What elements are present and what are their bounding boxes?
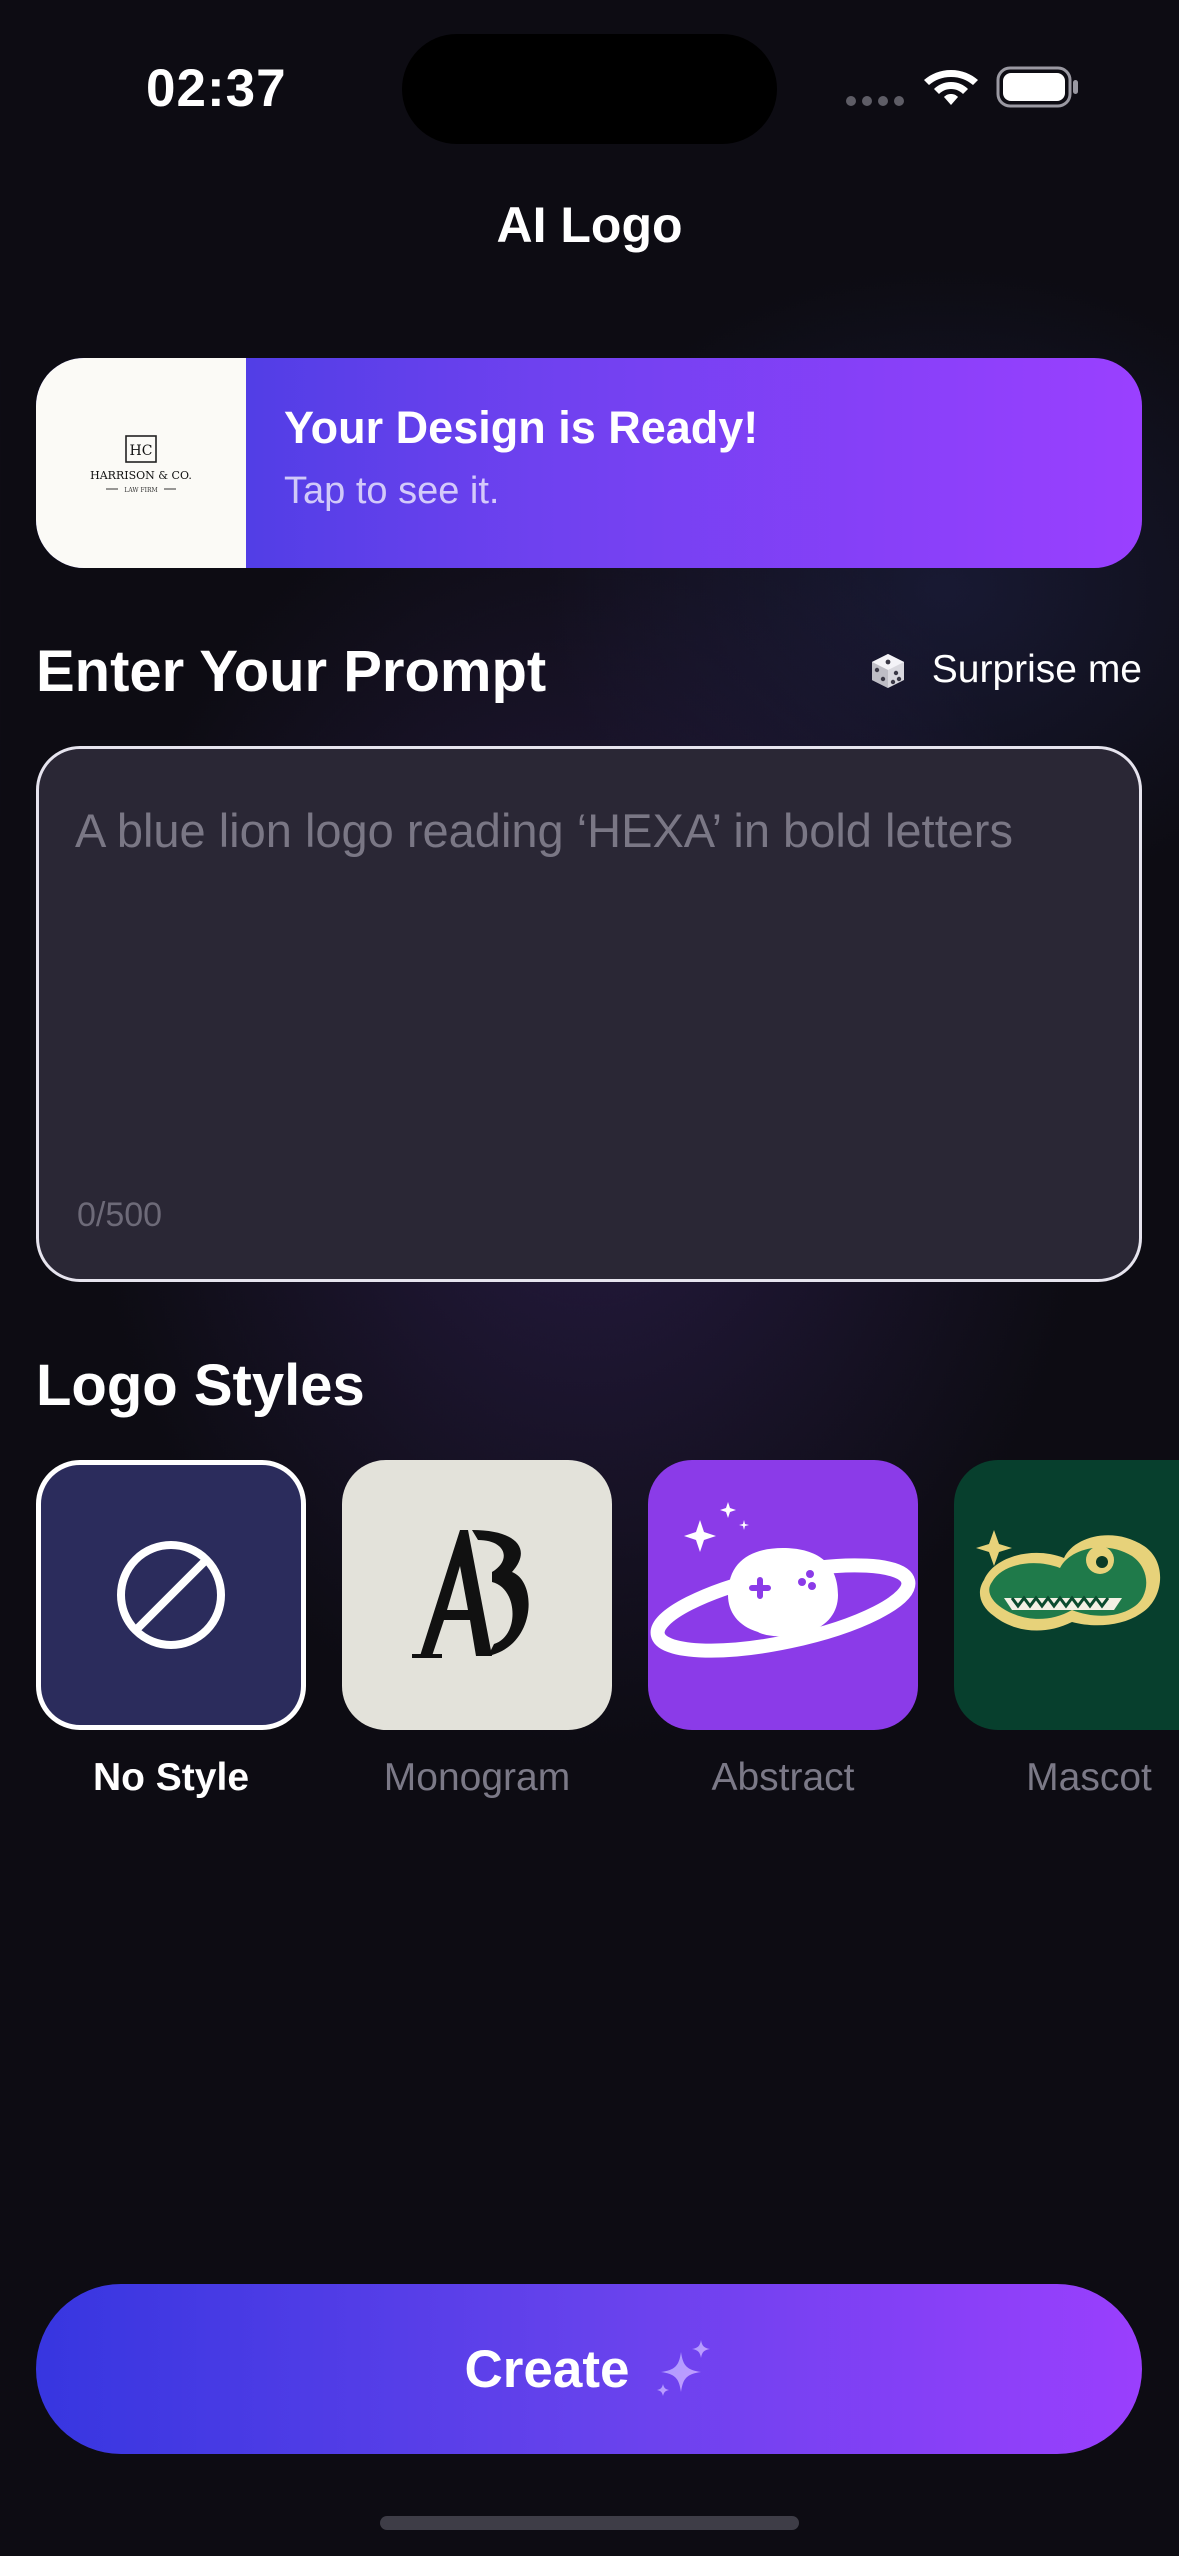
home-indicator bbox=[380, 2516, 799, 2530]
prompt-section-title: Enter Your Prompt bbox=[36, 639, 547, 704]
sparkle-icon bbox=[657, 2340, 711, 2396]
design-ready-banner[interactable]: HC HARRISON & CO. LAW FIRM Your Design i… bbox=[36, 358, 1142, 568]
create-button[interactable]: Create bbox=[36, 2284, 1142, 2454]
prompt-box: 0/500 bbox=[36, 746, 1142, 1282]
style-label: Abstract bbox=[711, 1756, 855, 1799]
cellular-signal-icon bbox=[846, 96, 906, 108]
surprise-me-button[interactable]: Surprise me bbox=[866, 648, 1142, 692]
status-time: 02:37 bbox=[146, 59, 287, 118]
thumb-monogram: HC bbox=[130, 443, 153, 459]
abstract-planet-icon bbox=[650, 1502, 916, 1658]
law-firm-logo: HC HARRISON & CO. LAW FIRM bbox=[90, 435, 192, 494]
design-thumbnail: HC HARRISON & CO. LAW FIRM bbox=[36, 358, 246, 568]
page-title: AI Logo bbox=[496, 197, 683, 253]
thumb-tagline: LAW FIRM bbox=[124, 487, 157, 494]
style-option-monogram[interactable]: Monogram bbox=[342, 1460, 612, 1800]
wifi-icon bbox=[924, 70, 978, 105]
crocodile-mascot-icon bbox=[976, 1530, 1161, 1631]
banner-subtitle: Tap to see it. bbox=[284, 470, 500, 512]
dynamic-island bbox=[402, 34, 777, 144]
monogram-icon bbox=[412, 1530, 529, 1658]
style-tile bbox=[954, 1460, 1179, 1730]
dice-icon bbox=[871, 654, 904, 688]
no-style-icon bbox=[117, 1541, 225, 1649]
style-tile bbox=[342, 1460, 612, 1730]
style-option-no-style[interactable]: No Style bbox=[36, 1460, 306, 1800]
prompt-input[interactable] bbox=[75, 801, 1095, 1131]
battery-icon bbox=[996, 66, 1078, 108]
style-label: No Style bbox=[92, 1756, 250, 1799]
style-option-mascot[interactable]: Mascot bbox=[954, 1460, 1179, 1800]
character-count: 0/500 bbox=[77, 1196, 163, 1234]
create-button-label: Create bbox=[464, 2339, 630, 2399]
style-tile bbox=[36, 1460, 306, 1730]
style-tile bbox=[648, 1460, 918, 1730]
style-option-abstract[interactable]: Abstract bbox=[648, 1460, 918, 1800]
surprise-me-label: Surprise me bbox=[931, 648, 1142, 691]
style-label: Mascot bbox=[1026, 1756, 1152, 1799]
logo-styles-title: Logo Styles bbox=[36, 1353, 365, 1418]
style-label: Monogram bbox=[383, 1756, 571, 1799]
banner-title: Your Design is Ready! bbox=[284, 402, 759, 453]
thumb-firm-name: HARRISON & CO. bbox=[90, 469, 192, 482]
